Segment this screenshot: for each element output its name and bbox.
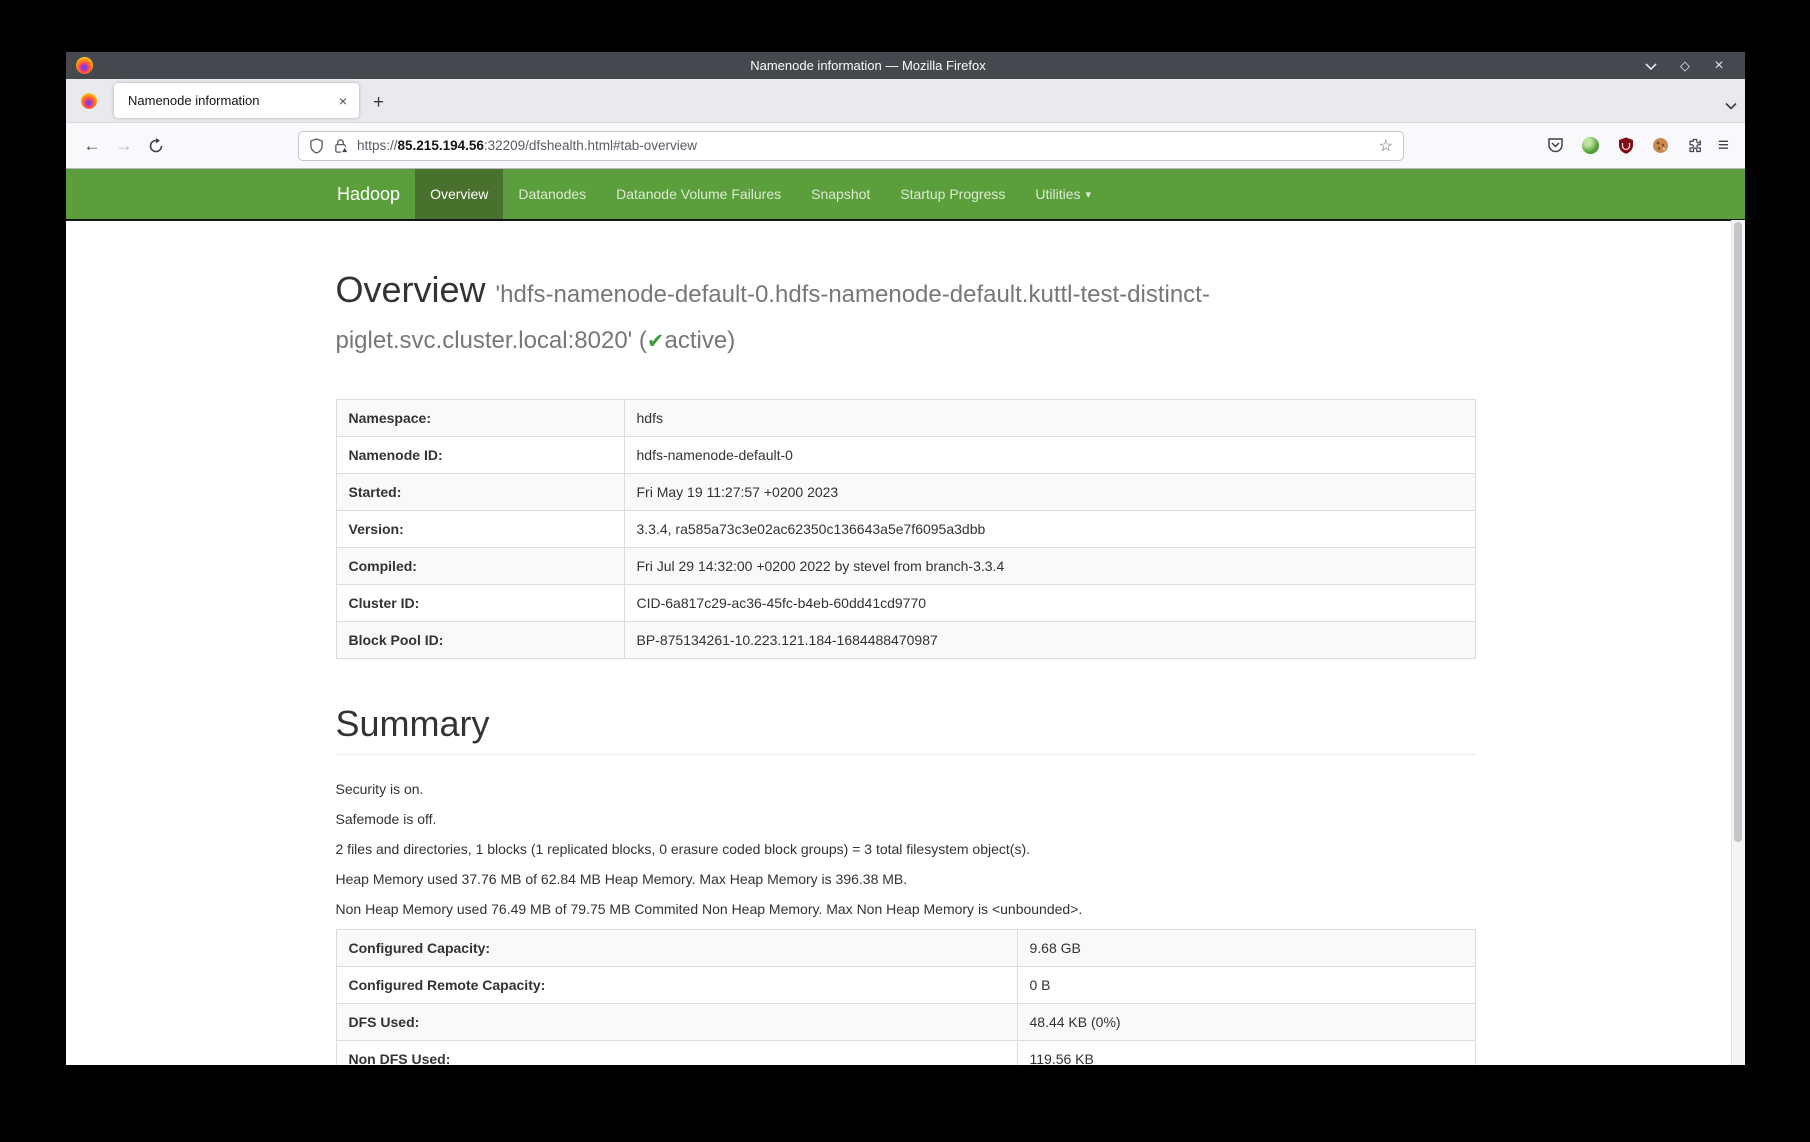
window-titlebar: Namenode information — Mozilla Firefox ◇… [66, 52, 1745, 79]
bookmark-star-icon[interactable]: ☆ [1379, 136, 1393, 156]
nav-item-snapshot[interactable]: Snapshot [796, 169, 885, 219]
pocket-save-icon[interactable] [1544, 134, 1568, 158]
table-row: Non DFS Used:119.56 KB [336, 1041, 1475, 1065]
app-menu-button[interactable]: ≡ [1718, 135, 1729, 157]
nav-item-datanode-volume-failures[interactable]: Datanode Volume Failures [601, 169, 796, 219]
url-path: :32209/dfshealth.html#tab-overview [484, 138, 697, 153]
hadoop-brand-link[interactable]: Hadoop [322, 169, 415, 219]
caret-down-icon: ▾ [1086, 188, 1092, 201]
hadoop-navbar: Hadoop Overview Datanodes Datanode Volum… [66, 169, 1745, 221]
scrollbar-track[interactable] [1731, 220, 1745, 1065]
summary-heap-memory: Heap Memory used 37.76 MB of 62.84 MB He… [336, 869, 1476, 889]
summary-filesystem-objects: 2 files and directories, 1 blocks (1 rep… [336, 839, 1476, 859]
summary-security: Security is on. [336, 779, 1476, 799]
lock-warning-icon[interactable] [333, 138, 348, 154]
extension-green-icon[interactable] [1579, 134, 1603, 158]
page-content: Overview 'hdfs-namenode-default-0.hdfs-n… [66, 221, 1745, 1065]
status-badge: active [665, 327, 728, 354]
shield-permissions-icon[interactable] [309, 138, 324, 154]
new-tab-button[interactable]: + [373, 93, 384, 112]
tab-close-icon[interactable]: × [333, 92, 353, 110]
forward-arrow-icon: → [116, 137, 133, 154]
summary-safemode: Safemode is off. [336, 809, 1476, 829]
firefox-logo-icon [76, 57, 93, 74]
tab-title: Namenode information [128, 93, 333, 108]
url-text: https://85.215.194.56:32209/dfshealth.ht… [357, 138, 1370, 153]
summary-non-heap-memory: Non Heap Memory used 76.49 MB of 79.75 M… [336, 899, 1476, 919]
table-row: DFS Used:48.44 KB (0%) [336, 1004, 1475, 1041]
firefox-view-icon [81, 93, 97, 109]
overview-title: Overview [336, 269, 486, 310]
tab-strip: Namenode information × + [66, 79, 1745, 123]
reload-icon [148, 138, 164, 154]
table-row: Started:Fri May 19 11:27:57 +0200 2023 [336, 474, 1475, 511]
overview-heading: Overview 'hdfs-namenode-default-0.hdfs-n… [336, 267, 1476, 359]
tab-namenode-information[interactable]: Namenode information × [114, 83, 359, 118]
back-arrow-icon: ← [84, 137, 101, 154]
url-protocol: https:// [357, 138, 398, 153]
namenode-info-table: Namespace:hdfs Namenode ID:hdfs-namenode… [336, 399, 1476, 659]
scrollbar-thumb[interactable] [1734, 222, 1742, 842]
table-row: Namenode ID:hdfs-namenode-default-0 [336, 437, 1475, 474]
list-all-tabs-button[interactable] [1725, 102, 1737, 110]
table-row: Configured Remote Capacity:0 B [336, 967, 1475, 1004]
table-row: Namespace:hdfs [336, 400, 1475, 437]
nav-item-overview[interactable]: Overview [415, 169, 503, 219]
navigation-toolbar: ← → https://85.215.194.56:32209/dfshealt… [66, 123, 1745, 169]
table-row: Version:3.3.4, ra585a73c3e02ac62350c1366… [336, 511, 1475, 548]
close-button[interactable]: × [1711, 58, 1727, 74]
ublock-origin-icon[interactable] [1614, 134, 1638, 158]
minimize-button[interactable] [1643, 58, 1659, 74]
url-bar[interactable]: https://85.215.194.56:32209/dfshealth.ht… [298, 131, 1404, 161]
table-row: Block Pool ID:BP-875134261-10.223.121.18… [336, 622, 1475, 659]
active-check-icon: ✔ [647, 330, 665, 353]
table-row: Cluster ID:CID-6a817c29-ac36-45fc-b4eb-6… [336, 585, 1475, 622]
window-title: Namenode information — Mozilla Firefox [93, 58, 1643, 73]
firefox-view-button[interactable] [74, 83, 104, 118]
capacity-table: Configured Capacity:9.68 GB Configured R… [336, 929, 1476, 1065]
firefox-window: Namenode information — Mozilla Firefox ◇… [66, 52, 1745, 1065]
nav-item-datanodes[interactable]: Datanodes [503, 169, 601, 219]
table-row: Compiled:Fri Jul 29 14:32:00 +0200 2022 … [336, 548, 1475, 585]
forward-button[interactable]: → [108, 130, 140, 162]
reload-button[interactable] [140, 130, 172, 162]
cookie-extension-icon[interactable] [1649, 134, 1673, 158]
nav-item-startup-progress[interactable]: Startup Progress [885, 169, 1020, 219]
maximize-button[interactable]: ◇ [1677, 58, 1693, 74]
summary-heading: Summary [336, 703, 1476, 755]
table-row: Configured Capacity:9.68 GB [336, 930, 1475, 967]
extensions-puzzle-icon[interactable] [1684, 134, 1708, 158]
back-button[interactable]: ← [76, 130, 108, 162]
url-host: 85.215.194.56 [398, 138, 484, 153]
nav-item-utilities[interactable]: Utilities▾ [1020, 169, 1106, 219]
